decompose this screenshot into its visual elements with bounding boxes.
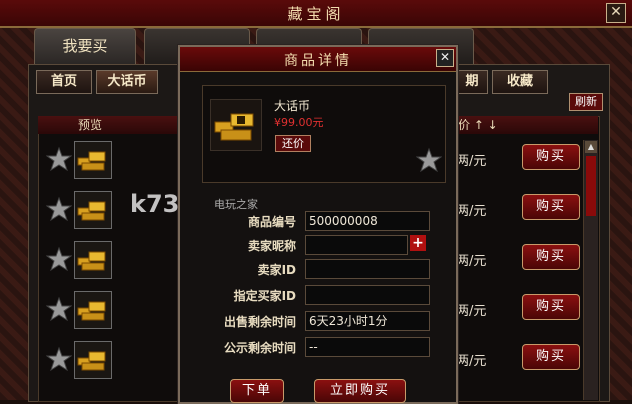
field-label-sale-remaining: 出售剩余时间: [223, 315, 296, 329]
gold-ingot-icon: [210, 99, 262, 151]
gold-ingot-icon: [74, 241, 112, 279]
haggle-button[interactable]: 还价: [275, 135, 311, 152]
title-bar: 藏宝阁 ✕: [0, 0, 632, 28]
field-label-publicity-remaining: 公示剩余时间: [223, 341, 296, 355]
subtab-favorites[interactable]: 收藏: [492, 70, 548, 94]
field-seller-name: [305, 235, 408, 255]
buy-button[interactable]: 购买: [522, 194, 580, 220]
gold-ingot-icon: [74, 191, 112, 229]
field-item-id: 500000008: [305, 211, 430, 231]
item-name: 大话币: [274, 99, 311, 113]
tab-buy[interactable]: 我要买: [34, 28, 136, 65]
field-label-buyer-id: 指定买家ID: [233, 289, 296, 303]
item-unit-price: 两/元: [456, 254, 487, 269]
item-unit-price: 两/元: [456, 304, 487, 319]
item-unit-price: 两/元: [456, 204, 487, 219]
gold-ingot-icon: [74, 141, 112, 179]
dialog-close-button[interactable]: ✕: [436, 49, 454, 67]
subtab-home[interactable]: 首页: [36, 70, 92, 94]
field-buyer-id[interactable]: [305, 285, 430, 305]
buy-button[interactable]: 购买: [522, 244, 580, 270]
buy-button[interactable]: 购买: [522, 294, 580, 320]
list-scrollbar[interactable]: ▲: [583, 140, 598, 400]
gold-ingot-icon: [74, 291, 112, 329]
add-friend-button[interactable]: +: [410, 235, 426, 251]
gold-ingot-icon: [74, 341, 112, 379]
scroll-thumb[interactable]: [586, 156, 596, 216]
favorite-star-icon[interactable]: [46, 296, 72, 322]
field-sale-remaining: 6天23小时1分: [305, 311, 430, 331]
favorite-star-icon[interactable]: [416, 147, 442, 173]
column-preview: 预览: [78, 118, 103, 132]
close-button[interactable]: ✕: [606, 3, 626, 23]
item-unit-price: 两/元: [456, 354, 487, 369]
favorite-star-icon[interactable]: [46, 346, 72, 372]
window-title: 藏宝阁: [287, 5, 345, 23]
item-unit-price: 两/元: [456, 154, 487, 169]
column-price-sort[interactable]: 价 ↑ ↓: [458, 117, 498, 133]
field-label-item-id: 商品编号: [247, 215, 296, 229]
favorite-star-icon[interactable]: [46, 196, 72, 222]
item-detail-dialog: 商品详情 ✕ 大话币 ¥99.00元 还价 商品编号 500000008 卖家昵…: [178, 45, 458, 404]
watermark-subtext: 电玩之家: [214, 198, 258, 211]
buy-button[interactable]: 购买: [522, 144, 580, 170]
dialog-title-bar: 商品详情 ✕: [180, 47, 456, 72]
item-price: ¥99.00元: [274, 116, 324, 129]
favorite-star-icon[interactable]: [46, 246, 72, 272]
field-label-seller-name: 卖家昵称: [247, 239, 296, 253]
buy-button[interactable]: 购买: [522, 344, 580, 370]
field-seller-id: [305, 259, 430, 279]
field-label-seller-id: 卖家ID: [257, 263, 296, 277]
subtab-currency[interactable]: 大话币: [96, 70, 158, 94]
buy-now-button[interactable]: 立即购买: [314, 379, 406, 403]
dialog-title: 商品详情: [284, 53, 352, 69]
scroll-up-icon[interactable]: ▲: [585, 141, 597, 153]
watermark-logo: k73: [130, 190, 180, 218]
field-publicity-remaining: --: [305, 337, 430, 357]
refresh-button[interactable]: 刷新: [569, 93, 603, 111]
subtab-period[interactable]: 期: [456, 70, 488, 94]
order-button[interactable]: 下单: [230, 379, 284, 403]
favorite-star-icon[interactable]: [46, 146, 72, 172]
